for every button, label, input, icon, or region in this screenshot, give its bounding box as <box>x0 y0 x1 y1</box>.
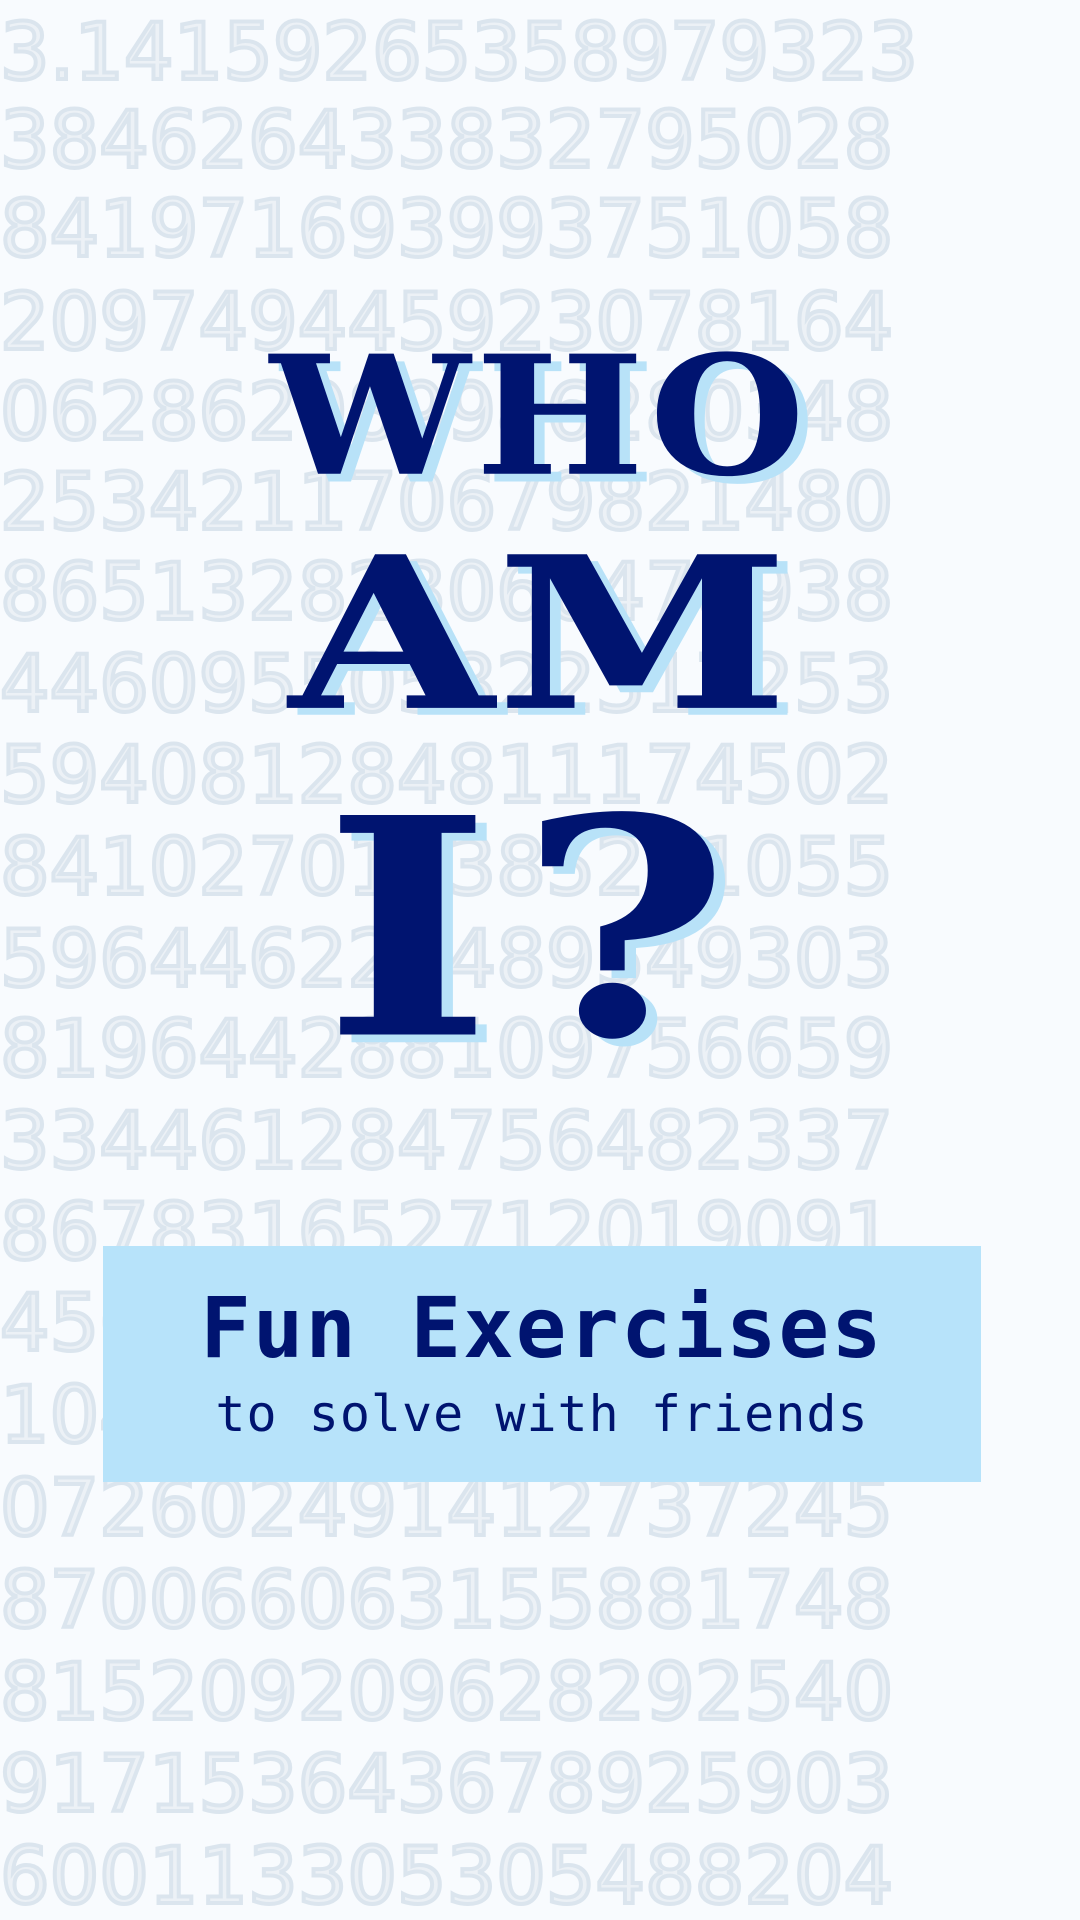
pi-digit-row: 384626433832795028 <box>0 102 895 182</box>
title-line-who: WHO <box>269 319 811 514</box>
banner-subtitle: to solve with friends <box>215 1385 869 1443</box>
title-line-i-question: I? <box>323 751 757 1106</box>
poster-page: 3.14159265358979323 384626433832795028 8… <box>0 0 1080 1920</box>
pi-digit-row: 334461284756482337 <box>0 1103 895 1183</box>
title-line-am: AM <box>288 510 792 758</box>
pi-digit-row: 600113305305488204 <box>0 1838 895 1918</box>
pi-digit-row: 3.14159265358979323 <box>0 14 920 94</box>
pi-digit-row: 917153643678925903 <box>0 1746 895 1826</box>
fun-exercises-banner: Fun Exercises to solve with friends <box>103 1246 981 1482</box>
pi-digit-row: 815209209628292540 <box>0 1654 895 1734</box>
pi-digit-row: 870066063155881748 <box>0 1562 895 1642</box>
banner-title: Fun Exercises <box>200 1279 884 1377</box>
pi-digit-row: 072602491412737245 <box>0 1470 895 1550</box>
pi-digit-row: 841971693993751058 <box>0 191 895 271</box>
